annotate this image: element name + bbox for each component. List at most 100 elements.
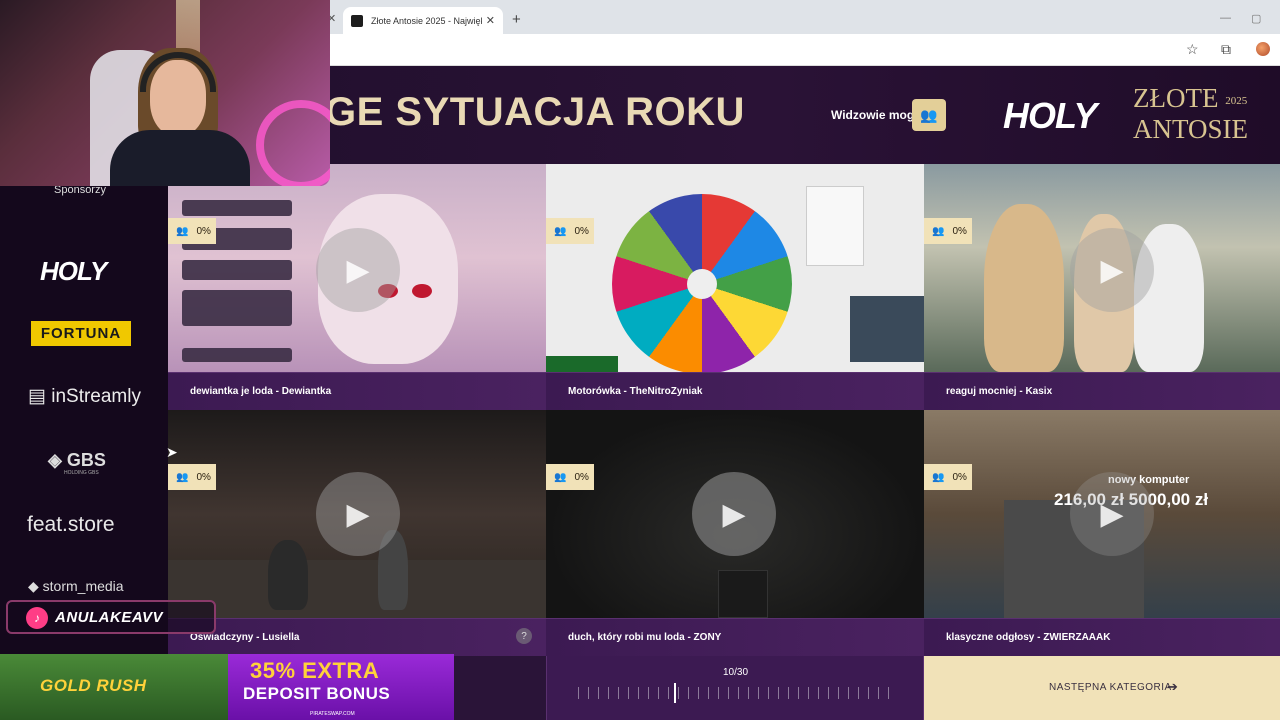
vote-percent: 0% [196,225,211,237]
progress-current-marker [674,683,676,703]
maximize-window-icon[interactable]: ▢ [1251,12,1261,25]
users-icon: 👥 [554,471,567,483]
active-tab[interactable]: Złote Antosie 2025 - Największ ✕ [343,7,503,34]
play-icon: ▶ [346,253,370,287]
vote-percent-badge: 👥 0% [546,464,594,490]
play-button[interactable]: ▶ [1070,228,1154,312]
viewers-vote-button[interactable]: 👥 [912,99,946,131]
new-tab-button[interactable]: + [512,11,521,28]
video-caption: Motorówka - TheNitroZyniak [546,372,924,410]
sponsor-featstore-logo[interactable]: feat.store [27,513,115,537]
category-progress-label: 10/30 [723,667,749,678]
vote-percent: 0% [574,471,589,483]
play-icon: ▶ [722,497,746,531]
phone [718,570,768,618]
users-icon: 👥 [920,106,938,123]
video-caption: Oświadczyny - Lusiella [168,618,546,656]
tiktok-handle: ANULAKEAVV [55,609,164,626]
chat-message [182,348,292,362]
minimize-window-icon[interactable]: — [1220,12,1231,24]
video-caption: dewiantka je loda - Dewiantka [168,372,546,410]
viewers-label: Widzowie mogą [831,108,921,122]
stream-overlay-bar [546,356,618,372]
cobblestone-square [168,560,546,618]
play-button[interactable]: ▶ [316,472,400,556]
extensions-icon[interactable]: ⧉ [1221,41,1231,58]
video-title: Motorówka - TheNitroZyniak [568,386,703,397]
mouse-cursor-icon: ➤ [166,444,178,460]
event-title-line2: ANTOSIE [1133,113,1249,144]
chat-message [182,200,292,216]
vote-percent: 0% [952,225,967,237]
event-title-line1: ZŁOTE [1133,83,1219,113]
vote-percent-badge: 👥 0% [924,218,972,244]
video-thumbnail [546,164,924,374]
users-icon: 👥 [932,471,945,483]
help-icon[interactable]: ? [516,628,532,644]
tab-title: Złote Antosie 2025 - Największ [371,15,482,26]
sponsor-gbs-logo[interactable]: ◈ GBS [48,450,106,471]
play-button[interactable]: ▶ [692,472,776,556]
video-tile[interactable]: 👥 0% Motorówka - TheNitroZyniak [546,164,924,410]
holy-logo: HOLY [1003,95,1097,136]
vote-percent: 0% [952,471,967,483]
vote-percent-badge: 👥 0% [168,218,216,244]
video-tile[interactable]: nowy komputer 216,00 zł 5000,00 zł 👥 0% ▶… [924,410,1280,656]
chat-message [182,260,292,280]
streamer-camera [850,296,924,362]
sponsor-storm-label: storm_media [42,578,124,594]
sponsor-gbs-subtitle: HOLDING GBS [64,470,99,476]
video-title: klasyczne odgłosy - ZWIERZAAAK [946,632,1111,643]
video-tile[interactable]: 👥 0% ▶ reaguj mocniej - Kasix [924,164,1280,410]
zlote-antosie-logo: ZŁOTE 2025 ANTOSIE [1133,84,1248,143]
bookmark-star-icon[interactable]: ☆ [1186,41,1199,58]
play-icon: ▶ [1100,497,1124,531]
play-button[interactable]: ▶ [1070,472,1154,556]
ad-percent-text: 35% EXTRA [250,658,380,683]
video-tile[interactable]: 👥 0% ▶ duch, który robi mu loda - ZONY [546,410,924,656]
settings-panel [806,186,864,266]
vtuber-eye [412,284,432,298]
chat-message [182,290,292,326]
vote-percent: 0% [574,225,589,237]
progress-ticks[interactable] [578,687,894,699]
play-icon: ▶ [1100,253,1124,287]
person [984,204,1064,372]
video-caption: klasyczne odgłosy - ZWIERZAAAK [924,618,1280,656]
sponsor-gbs-label: GBS [66,450,106,470]
event-year: 2025 [1225,94,1248,107]
ad-bonus-text: DEPOSIT BONUS [243,684,391,703]
streamer-webcam [0,0,330,186]
gbs-icon: ◈ [48,450,67,470]
profile-avatar[interactable] [1256,42,1270,56]
users-icon: 👥 [932,225,945,237]
vote-percent-badge: 👥 0% [546,218,594,244]
site-favicon-icon [351,14,363,27]
person [268,540,308,610]
close-tab-icon[interactable]: ✕ [486,14,495,27]
video-title: reaguj mocniej - Kasix [946,386,1053,397]
sponsor-instreamly-logo[interactable]: ▤ inStreamly [28,385,141,408]
video-tile[interactable]: 👥 0% ▶ Oświadczyny - Lusiella ? [168,410,546,656]
tiktok-icon: ♪ [26,607,48,629]
video-caption: duch, który robi mu loda - ZONY [546,618,924,656]
arrow-right-icon: ➔ [1167,679,1178,694]
streamer-body [110,130,250,186]
vote-percent-badge: 👥 0% [168,464,216,490]
sponsor-holy-logo[interactable]: HOLY [40,256,107,287]
users-icon: 👥 [554,225,567,237]
video-title: duch, który robi mu loda - ZONY [568,632,722,643]
play-button[interactable]: ▶ [316,228,400,312]
vote-percent: 0% [196,471,211,483]
users-icon: 👥 [176,225,189,237]
play-icon: ▶ [346,497,370,531]
video-tile[interactable]: 👥 0% ▶ dewiantka je loda - Dewiantka [168,164,546,410]
storm-icon: ◆ [28,578,43,594]
sponsor-fortuna-logo[interactable]: FORTUNA [31,321,131,346]
instreamly-icon: ▤ [28,386,52,407]
video-caption: reaguj mocniej - Kasix [924,372,1280,410]
ad-url: PIRATESWAP.COM [310,711,355,717]
ring-light [256,100,330,186]
sponsor-stormmedia-logo[interactable]: ◆ storm_media [28,578,124,595]
users-icon: 👥 [176,471,189,483]
